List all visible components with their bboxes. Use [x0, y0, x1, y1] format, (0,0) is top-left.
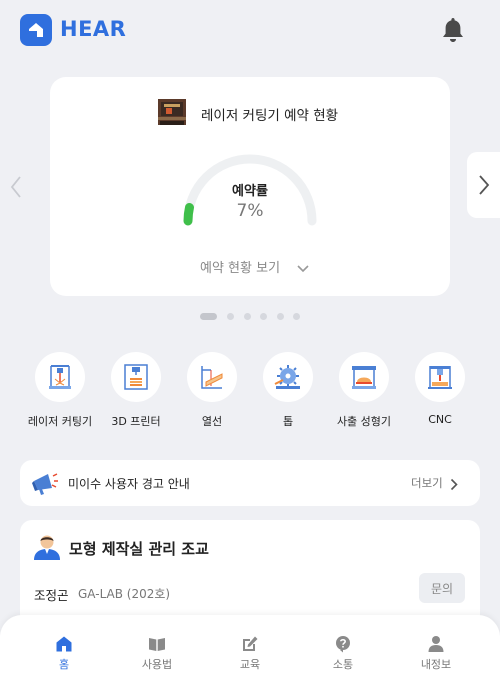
carousel-next-button[interactable] [467, 152, 500, 218]
megaphone-icon [30, 470, 60, 496]
tab-education[interactable]: 교육 [210, 615, 290, 692]
machine-label: 열선 [201, 415, 223, 428]
3d-printer-icon [111, 352, 161, 402]
tab-community[interactable]: 소통 [303, 615, 383, 692]
person-icon [428, 636, 444, 652]
carousel-dot[interactable] [200, 313, 217, 320]
gauge-value: 7% [236, 201, 264, 221]
tab-home[interactable]: 홈 [24, 615, 104, 692]
inquiry-button[interactable]: 문의 [419, 573, 465, 603]
laser-cutter-icon [35, 352, 85, 402]
carousel-dot[interactable] [260, 313, 267, 320]
laser-cutter-thumbnail-icon [156, 97, 188, 127]
tab-label: 사용법 [141, 658, 173, 671]
notice-text: 미이수 사용자 경고 안내 [68, 477, 190, 491]
manager-lab: GA-LAB (202호) [78, 587, 171, 601]
notice-more-link[interactable]: 더보기 [411, 475, 443, 491]
carousel-dot[interactable] [227, 313, 234, 320]
home-icon [56, 636, 72, 652]
chevron-right-icon[interactable] [450, 476, 458, 491]
tab-label: 소통 [332, 658, 354, 671]
tab-label: 내정보 [420, 658, 452, 671]
cnc-icon [415, 352, 465, 402]
machine-label: 사출 성형기 [336, 415, 392, 428]
app-brand: HEAR [60, 17, 127, 41]
hot-wire-icon [187, 352, 237, 402]
tab-label: 교육 [239, 658, 261, 671]
machine-label: 3D 프린터 [111, 415, 161, 428]
carousel-dot[interactable] [293, 313, 300, 320]
saw-icon [263, 352, 313, 402]
book-icon [149, 638, 165, 651]
bottom-tab-bar: 홈 사용법 교육 소통 내정보 [0, 615, 500, 692]
machine-label: 톱 [282, 415, 294, 428]
chevron-down-icon[interactable] [296, 259, 310, 273]
tab-label: 홈 [58, 658, 70, 671]
manager-name: 조정곤 [34, 588, 69, 603]
carousel-dot[interactable] [244, 313, 251, 320]
view-status-link[interactable]: 예약 현황 보기 [200, 257, 280, 276]
app-header: HEAR [0, 0, 500, 62]
question-icon [336, 636, 350, 653]
tab-my-info[interactable]: 내정보 [396, 615, 476, 692]
reservation-status-card: 레이저 커팅기 예약 현황 예약률 7% 예약 현황 보기 [50, 77, 450, 296]
chevron-right-icon [477, 173, 491, 197]
notice-banner[interactable]: 미이수 사용자 경고 안내 더보기 [20, 460, 480, 506]
machine-label: 레이저 커팅기 [27, 415, 93, 428]
edit-icon [243, 636, 258, 651]
injection-molder-icon [339, 352, 389, 402]
manager-card-title: 모형 제작실 관리 조교 [69, 540, 209, 558]
reservation-card-title: 레이저 커팅기 예약 현황 [201, 108, 339, 124]
tab-usage[interactable]: 사용법 [117, 615, 197, 692]
carousel-prev-arrow-icon[interactable] [8, 174, 24, 200]
bell-icon[interactable] [440, 16, 466, 44]
carousel-dot[interactable] [277, 313, 284, 320]
gauge-label: 예약률 [232, 184, 268, 199]
manager-avatar-icon [32, 532, 62, 562]
house-logo-icon [20, 14, 52, 46]
machine-label: CNC [428, 413, 452, 426]
